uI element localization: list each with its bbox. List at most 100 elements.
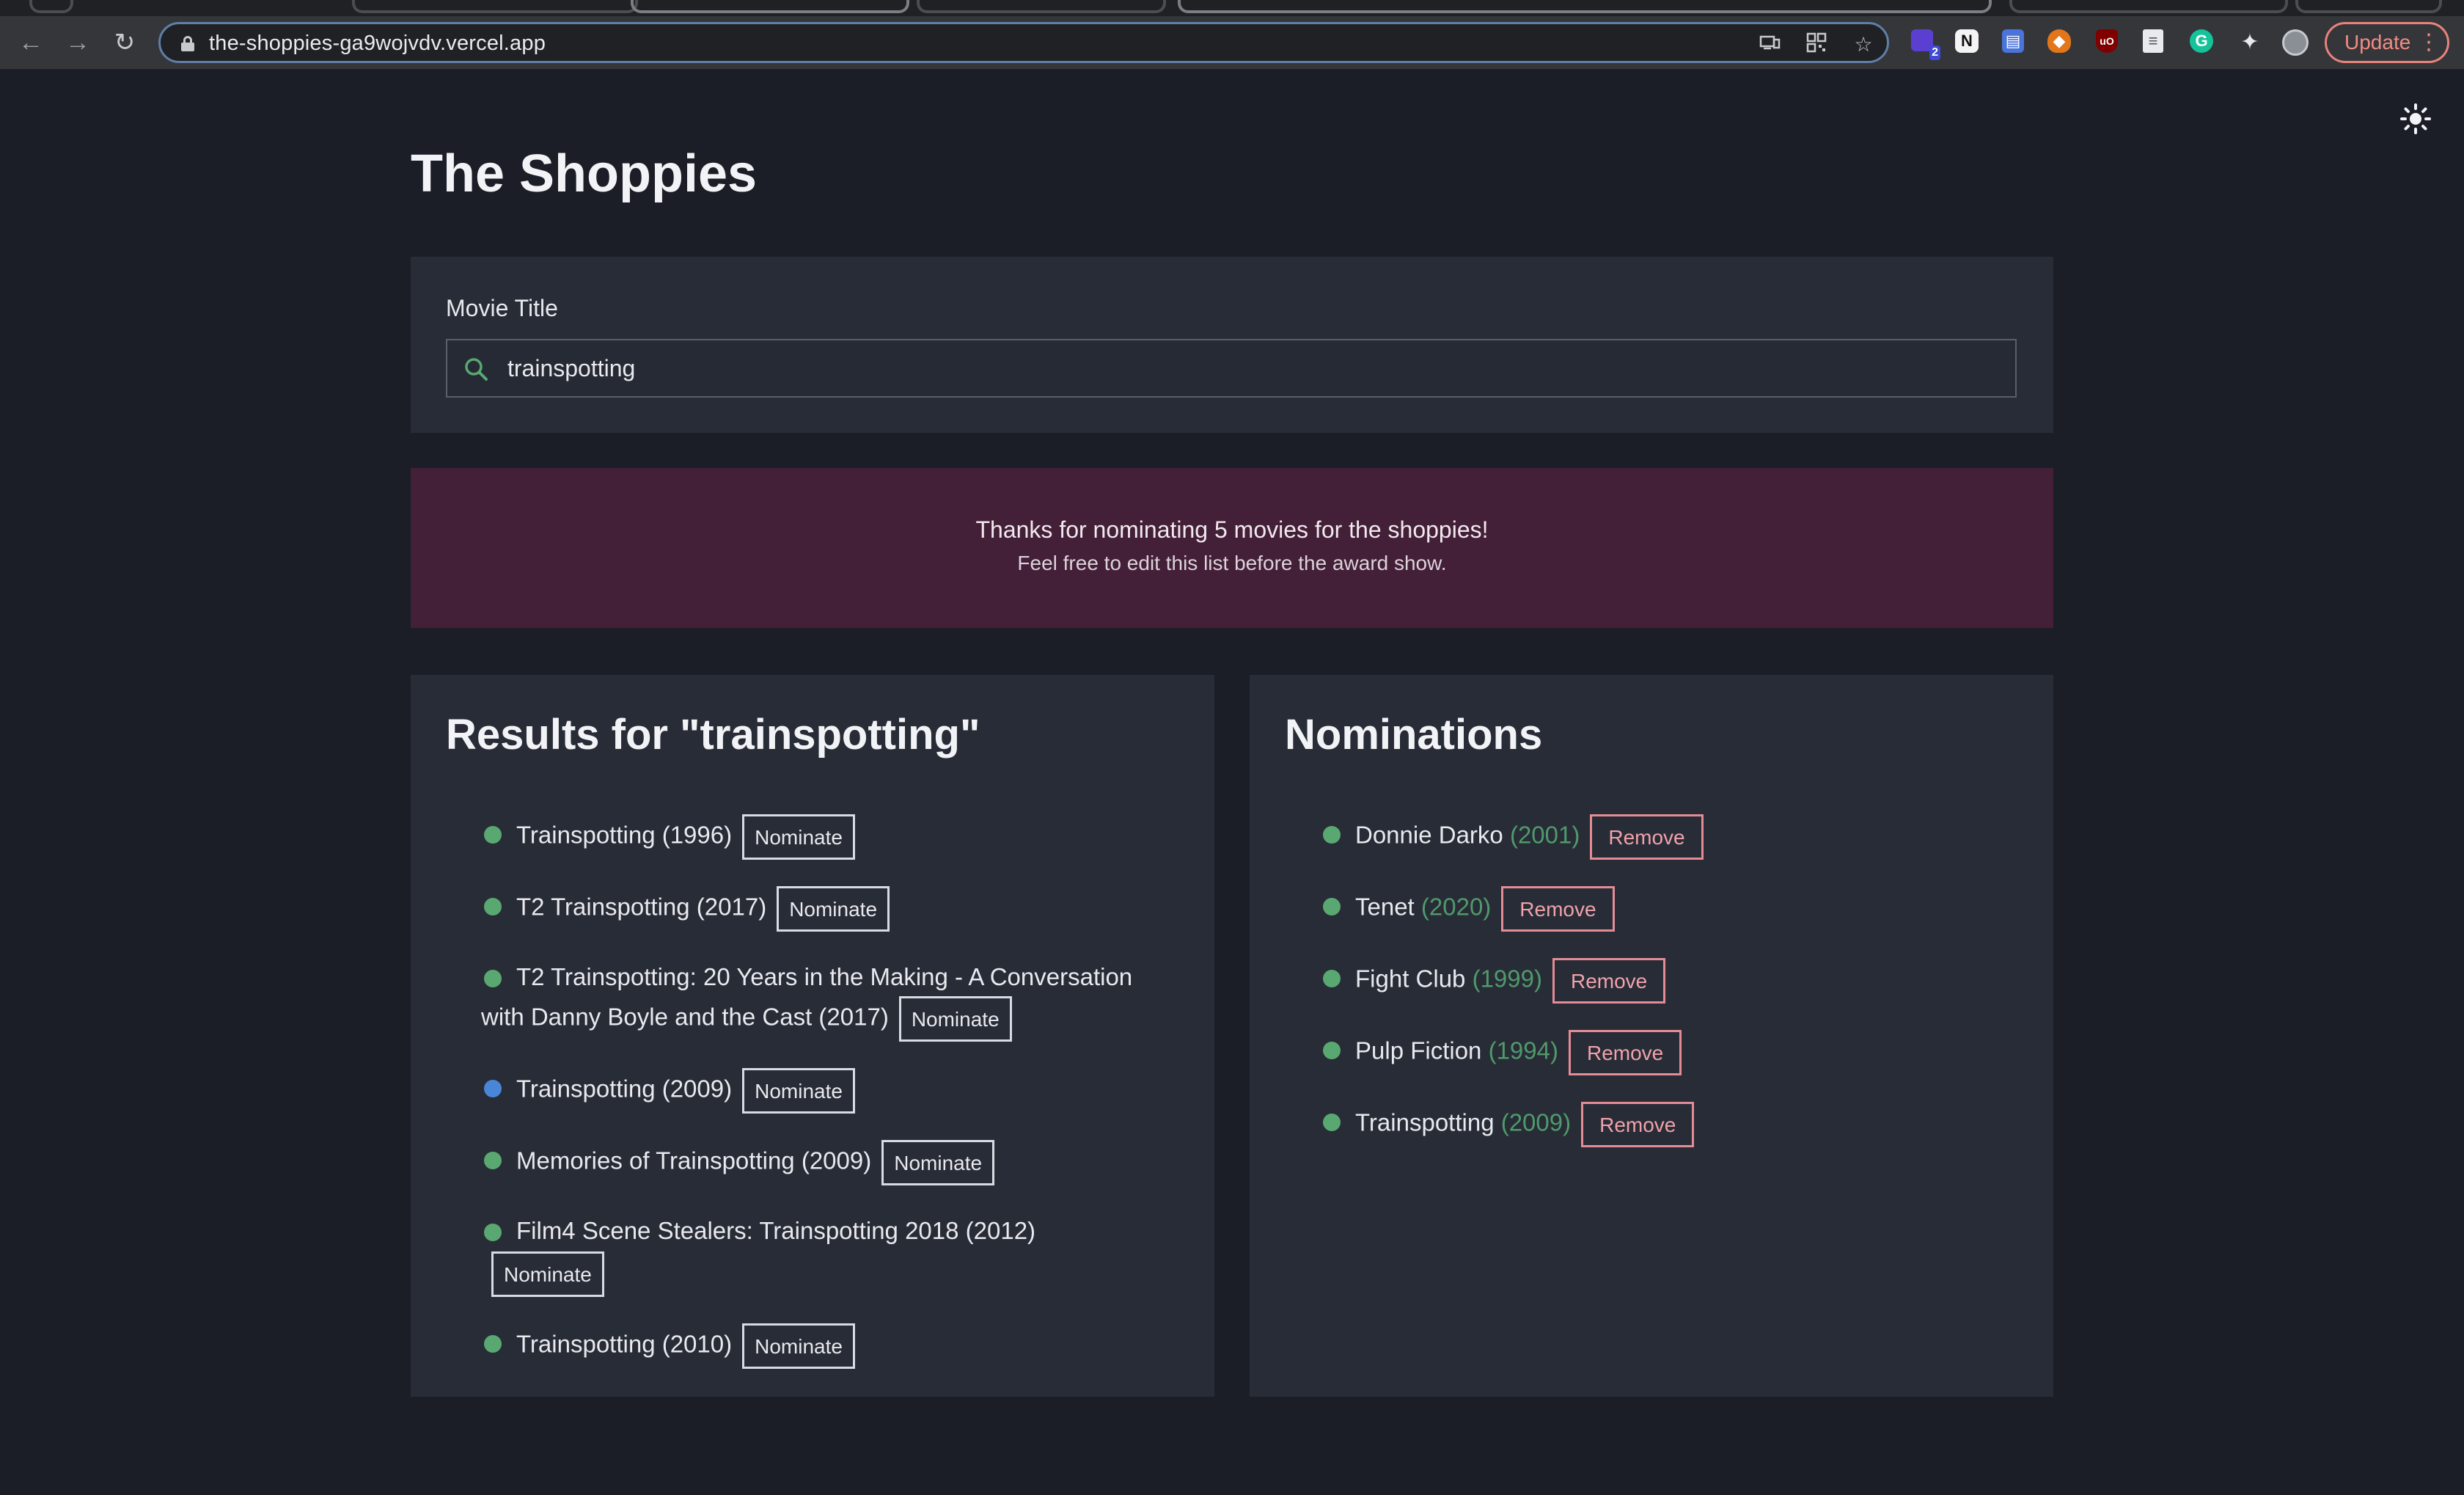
status-dot-icon: [484, 898, 502, 915]
remove-button[interactable]: Remove: [1552, 958, 1666, 1004]
nomination-item: Trainspotting (2009) Remove: [1320, 1102, 2009, 1147]
extension-icon[interactable]: 2: [1911, 29, 1940, 60]
remove-button[interactable]: Remove: [1581, 1102, 1695, 1147]
nominate-button[interactable]: Nominate: [742, 1068, 855, 1114]
nominate-button[interactable]: Nominate: [742, 814, 855, 860]
nomination-title: Donnie Darko: [1355, 821, 1503, 849]
status-dot-icon: [1323, 1042, 1341, 1059]
result-title: Memories of Trainspotting (2009): [516, 1147, 872, 1174]
nomination-title: Trainspotting: [1355, 1108, 1495, 1136]
document-extension-icon[interactable]: ▤: [2002, 29, 2024, 53]
lock-icon[interactable]: [181, 36, 194, 51]
metamask-fox-icon[interactable]: ◆: [2047, 29, 2071, 53]
result-title: Film4 Scene Stealers: Trainspotting 2018…: [516, 1217, 1036, 1244]
browser-toolbar: ← → ↻ the-shoppies-ga9wojvdv.vercel.app …: [0, 16, 2464, 69]
back-arrow-icon[interactable]: ←: [16, 28, 45, 57]
browser-tab[interactable]: [1178, 0, 1992, 13]
address-bar[interactable]: the-shoppies-ga9wojvdv.vercel.app ☆: [158, 22, 1889, 63]
nomination-year: (2020): [1420, 893, 1492, 921]
remove-button[interactable]: Remove: [1501, 886, 1615, 932]
results-panel: Results for "trainspotting" Trainspottin…: [411, 675, 1214, 1397]
result-title: Trainspotting (2009): [516, 1075, 733, 1103]
nomination-year: (1999): [1472, 965, 1542, 993]
nomination-item: Tenet (2020) Remove: [1320, 886, 2009, 932]
status-dot-icon: [1323, 970, 1341, 987]
result-title: T2 Trainspotting (2017): [516, 893, 767, 921]
status-dot-icon: [484, 1152, 502, 1169]
forward-arrow-icon[interactable]: →: [63, 28, 92, 57]
nominations-list: Donnie Darko (2001) Remove Tenet (2020) Re…: [1320, 814, 2009, 1174]
qr-code-icon[interactable]: [1803, 32, 1830, 58]
banner-submessage: Feel free to edit this list before the a…: [1017, 552, 1447, 574]
banner-message: Thanks for nominating 5 movies for the s…: [975, 516, 1489, 543]
result-title: Trainspotting (1996): [516, 821, 733, 849]
status-dot-icon: [1323, 1114, 1341, 1131]
nominate-button[interactable]: Nominate: [742, 1323, 855, 1369]
cast-icon[interactable]: [1756, 32, 1783, 58]
nomination-complete-banner: Thanks for nominating 5 movies for the s…: [411, 468, 2053, 628]
browser-tab[interactable]: [2009, 0, 2288, 13]
nominations-heading: Nominations: [1285, 711, 1543, 759]
nomination-item: Fight Club (1999) Remove: [1320, 958, 2009, 1004]
result-item: T2 Trainspotting (2017) Nominate: [481, 886, 1170, 932]
update-label: Update: [2344, 31, 2411, 54]
nominate-button[interactable]: Nominate: [777, 886, 890, 932]
browser-tab[interactable]: [917, 0, 1166, 13]
status-dot-icon: [1323, 898, 1341, 915]
page-title: The Shoppies: [411, 145, 758, 203]
result-item: T2 Trainspotting: 20 Years in the Making…: [481, 958, 1170, 1042]
nomination-year: (1994): [1488, 1037, 1558, 1064]
result-item: Trainspotting (2010) Nominate: [481, 1323, 1170, 1369]
bookmark-star-icon[interactable]: ☆: [1850, 32, 1877, 58]
search-input[interactable]: [506, 340, 2002, 396]
nominate-button[interactable]: Nominate: [881, 1140, 995, 1185]
remove-button[interactable]: Remove: [1568, 1030, 1682, 1075]
status-dot-icon: [1323, 826, 1341, 844]
page-extension-icon[interactable]: ≡: [2143, 29, 2163, 53]
result-item: Trainspotting (1996) Nominate: [481, 814, 1170, 860]
nominate-button[interactable]: Nominate: [491, 1251, 604, 1297]
browser-tab[interactable]: [631, 0, 909, 13]
url-text[interactable]: the-shoppies-ga9wojvdv.vercel.app: [209, 32, 546, 56]
nomination-item: Donnie Darko (2001) Remove: [1320, 814, 2009, 860]
browser-tab[interactable]: [2295, 0, 2442, 13]
results-list: Trainspotting (1996) Nominate T2 Trainspo…: [481, 814, 1170, 1395]
reload-icon[interactable]: ↻: [110, 28, 139, 57]
result-item: Film4 Scene Stealers: Trainspotting 2018…: [481, 1212, 1170, 1297]
result-title: Trainspotting (2010): [516, 1330, 733, 1358]
browser-tab[interactable]: [352, 0, 638, 13]
search-card: Movie Title: [411, 257, 2053, 433]
nominations-panel: Nominations Donnie Darko (2001) Remove Te…: [1250, 675, 2053, 1397]
search-field[interactable]: [446, 339, 2017, 398]
status-dot-icon: [484, 1080, 502, 1097]
ublock-shield-icon[interactable]: uO: [2096, 29, 2118, 53]
status-dot-icon: [484, 1224, 502, 1241]
results-heading: Results for "trainspotting": [446, 711, 980, 759]
nominate-button[interactable]: Nominate: [898, 996, 1012, 1042]
status-dot-icon: [484, 970, 502, 987]
status-dot-icon: [484, 826, 502, 844]
status-dot-icon: [484, 1335, 502, 1353]
search-icon: [462, 355, 491, 384]
nomination-title: Fight Club: [1355, 965, 1466, 993]
notion-icon[interactable]: N: [1955, 29, 1979, 53]
result-item: Memories of Trainspotting (2009) Nominate: [481, 1140, 1170, 1185]
grammarly-icon[interactable]: G: [2190, 29, 2213, 53]
remove-button[interactable]: Remove: [1590, 814, 1704, 860]
nomination-year: (2009): [1500, 1108, 1572, 1136]
extensions-puzzle-icon[interactable]: ✦: [2237, 29, 2263, 56]
theme-toggle-sun-icon[interactable]: [2399, 103, 2432, 135]
result-item: Trainspotting (2009) Nominate: [481, 1068, 1170, 1114]
nomination-title: Tenet: [1355, 893, 1415, 921]
extension-badge: 2: [1929, 45, 1940, 60]
nomination-year: (2001): [1509, 821, 1580, 849]
browser-tab-strip: [0, 0, 2464, 16]
more-menu-icon[interactable]: ⋮: [2418, 24, 2440, 61]
nomination-item: Pulp Fiction (1994) Remove: [1320, 1030, 2009, 1075]
browser-update-button[interactable]: Update ⋮: [2325, 22, 2449, 63]
result-title: T2 Trainspotting: 20 Years in the Making…: [481, 963, 1133, 1031]
browser-tab[interactable]: [29, 0, 73, 13]
profile-avatar[interactable]: [2282, 29, 2309, 56]
movie-title-label: Movie Title: [446, 295, 558, 321]
nomination-title: Pulp Fiction: [1355, 1037, 1482, 1064]
